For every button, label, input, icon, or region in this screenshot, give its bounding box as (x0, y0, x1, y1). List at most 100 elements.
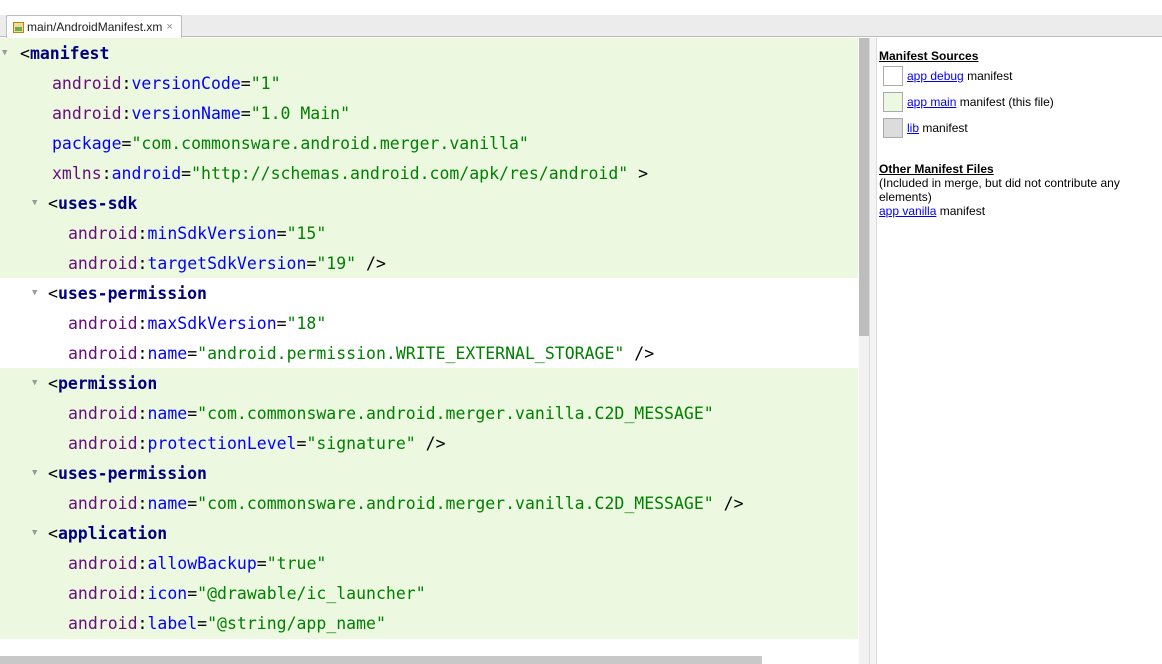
code-text: android:name="com.commonsware.android.me… (68, 398, 714, 429)
code-line[interactable]: android:icon="@drawable/ic_launcher" (0, 578, 858, 609)
app-vanilla-suffix: manifest (936, 204, 986, 218)
code-line[interactable]: ▼ <uses-permission (0, 278, 858, 309)
code-text: android:label="@string/app_name" (68, 608, 386, 639)
source-color-swatch (883, 118, 903, 138)
manifest-source-row: lib manifest (879, 115, 1162, 141)
code-token: > (628, 164, 649, 183)
fold-toggle-icon[interactable]: ▼ (32, 518, 37, 549)
code-text: android:name="com.commonsware.android.me… (68, 488, 744, 519)
code-token: "com.commonsware.android.merger.vanilla" (131, 134, 529, 153)
code-token: maxSdkVersion (147, 314, 277, 333)
fold-toggle-icon[interactable]: ▼ (32, 368, 37, 399)
code-line[interactable]: android:name="android.permission.WRITE_E… (0, 338, 858, 369)
fold-toggle-icon[interactable]: ▼ (2, 38, 7, 69)
code-token: "http://schemas.android.com/apk/res/andr… (191, 164, 629, 183)
code-token: : (137, 224, 148, 243)
code-token: = (296, 434, 307, 453)
code-line[interactable]: android:maxSdkVersion="18" (0, 308, 858, 339)
code-line[interactable]: android:versionName="1.0 Main" (0, 98, 858, 129)
fold-toggle-icon[interactable]: ▼ (32, 278, 37, 309)
code-token: = (197, 614, 208, 633)
code-line[interactable]: android:allowBackup="true" (0, 548, 858, 579)
code-line[interactable]: android:versionCode="1" (0, 68, 858, 99)
code-line[interactable]: android:label="@string/app_name" (0, 608, 858, 639)
code-line[interactable]: ▼ <permission (0, 368, 858, 399)
code-token: name (147, 344, 188, 363)
code-token: protectionLevel (147, 434, 297, 453)
code-token: "android.permission.WRITE_EXTERNAL_STORA… (197, 344, 625, 363)
code-token: < (48, 464, 58, 483)
code-token: < (48, 284, 58, 303)
code-token: < (20, 44, 30, 63)
code-line[interactable]: ▼ <uses-sdk (0, 188, 858, 219)
code-token: < (48, 194, 58, 213)
source-color-swatch (883, 66, 903, 86)
code-line[interactable]: android:protectionLevel="signature" /> (0, 428, 858, 459)
code-token: : (121, 74, 132, 93)
code-token: /> (624, 344, 655, 363)
code-text: <application (48, 518, 167, 549)
code-line[interactable]: xmlns:android="http://schemas.android.co… (0, 158, 858, 189)
code-text: xmlns:android="http://schemas.android.co… (52, 158, 648, 189)
code-token: : (137, 494, 148, 513)
code-token: versionName (131, 104, 241, 123)
code-line[interactable]: android:name="com.commonsware.android.me… (0, 398, 858, 429)
code-token: minSdkVersion (147, 224, 277, 243)
manifest-source-row: app main manifest (this file) (879, 89, 1162, 115)
code-token: application (57, 524, 168, 543)
code-line[interactable]: ▼ <application (0, 518, 858, 549)
panel-splitter[interactable] (869, 38, 877, 664)
code-token: "18" (286, 314, 327, 333)
code-text: <permission (48, 368, 157, 399)
manifest-sources-list: app debug manifest app main manifest (thi… (879, 63, 1162, 141)
code-token: = (187, 344, 198, 363)
code-token: android (68, 554, 138, 573)
code-line[interactable]: android:name="com.commonsware.android.me… (0, 488, 858, 519)
code-token: allowBackup (147, 554, 257, 573)
code-editor[interactable]: ▼ <manifest android:versionCode="1" android… (0, 38, 869, 664)
app-main-link[interactable]: app main (907, 95, 956, 109)
code-text: android:maxSdkVersion="18" (68, 308, 326, 339)
code-text: package="com.commonsware.android.merger.… (52, 128, 529, 159)
code-text: android:name="android.permission.WRITE_E… (68, 338, 654, 369)
code-token: = (276, 314, 287, 333)
code-token: = (181, 164, 192, 183)
code-line[interactable]: ▼ <manifest (0, 38, 858, 69)
code-token: "true" (266, 554, 327, 573)
code-token: label (147, 614, 198, 633)
lib-link[interactable]: lib (907, 121, 919, 135)
code-text: <uses-sdk (48, 188, 137, 219)
code-text: android:minSdkVersion="15" (68, 218, 326, 249)
code-text: android:protectionLevel="signature" /> (68, 428, 446, 459)
code-token: android (68, 584, 138, 603)
fold-toggle-icon[interactable]: ▼ (32, 458, 37, 489)
horizontal-scrollbar-thumb[interactable] (0, 656, 762, 664)
code-token: < (48, 374, 58, 393)
code-token: uses-permission (57, 284, 207, 303)
code-line[interactable]: package="com.commonsware.android.merger.… (0, 128, 858, 159)
fold-toggle-icon[interactable]: ▼ (32, 188, 37, 219)
code-token: uses-permission (57, 464, 207, 483)
code-line[interactable]: ▼ <uses-permission (0, 458, 858, 489)
code-token: "19" (316, 254, 357, 273)
app-vanilla-link[interactable]: app vanilla (879, 204, 936, 218)
tab-android-manifest[interactable]: main/AndroidManifest.xm × (6, 15, 182, 38)
code-token: : (137, 344, 148, 363)
code-text: android:icon="@drawable/ic_launcher" (68, 578, 426, 609)
app-debug-link[interactable]: app debug (907, 69, 964, 83)
code-token: < (48, 524, 58, 543)
code-token: icon (147, 584, 188, 603)
code-text: android:targetSdkVersion="19" /> (68, 248, 386, 279)
code-token: name (147, 404, 188, 423)
code-token: targetSdkVersion (147, 254, 307, 273)
code-line[interactable]: android:targetSdkVersion="19" /> (0, 248, 858, 279)
code-token: : (137, 434, 148, 453)
code-token: = (276, 224, 287, 243)
code-token: /> (713, 494, 744, 513)
app-main-suffix: manifest (this file) (956, 95, 1054, 109)
close-icon[interactable]: × (166, 21, 172, 33)
code-line[interactable]: android:minSdkVersion="15" (0, 218, 858, 249)
code-token: versionCode (131, 74, 241, 93)
vertical-scrollbar-thumb[interactable] (859, 38, 869, 336)
code-token: = (240, 74, 251, 93)
